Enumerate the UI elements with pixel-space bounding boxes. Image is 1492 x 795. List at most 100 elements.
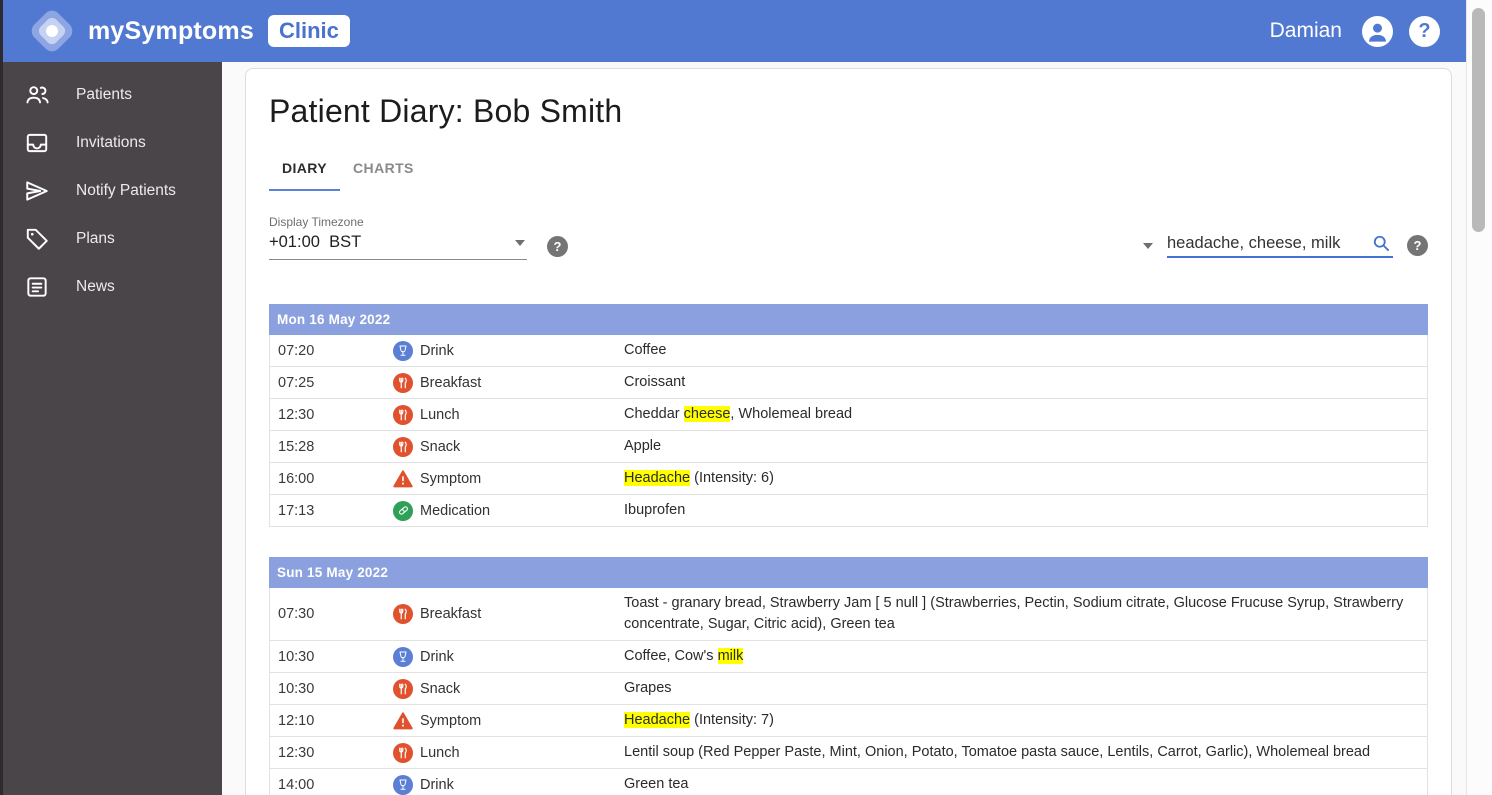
account-button[interactable] [1362, 15, 1393, 47]
diary-date: Sun 15 May 2022 [277, 565, 389, 580]
timezone-select[interactable]: +01:00 BST [269, 229, 527, 260]
description-text: Toast - granary bread, Strawberry Jam [ … [624, 595, 1404, 632]
diary-entry-row[interactable]: 07:25 Breakfast Croissant [270, 367, 1427, 399]
entry-time: 07:25 [278, 374, 315, 391]
diary-entry-row[interactable]: 14:00 Drink Green tea [270, 769, 1427, 795]
entry-description: Toast - granary bread, Strawberry Jam [ … [624, 593, 1427, 635]
diary-entry-row[interactable]: 12:30 Lunch Lentil soup (Red Pepper Past… [270, 737, 1427, 769]
diary-entry-row[interactable]: 07:30 Breakfast Toast - granary bread, S… [270, 588, 1427, 641]
drink-icon [393, 340, 413, 361]
entry-category-label: Symptom [420, 712, 482, 729]
diary-entry-row[interactable]: 16:00 Symptom Headache (Intensity: 6) [270, 463, 1427, 495]
search-highlight: cheese [683, 406, 731, 422]
entry-description: Croissant [624, 372, 1427, 393]
medication-icon [393, 500, 413, 521]
search-highlight: Headache [624, 712, 691, 728]
timezone-help-button[interactable]: ? [547, 236, 568, 257]
search-button[interactable] [1369, 233, 1393, 253]
brand-badge: Clinic [267, 15, 350, 47]
diary-entry-row[interactable]: 15:28 Snack Apple [270, 431, 1427, 463]
sidebar-item-patients[interactable]: Patients [0, 71, 222, 119]
search-options-dropdown-icon[interactable] [1143, 242, 1153, 249]
entry-time: 07:30 [278, 606, 315, 622]
sidebar-item-label: Patients [76, 86, 133, 103]
diary-entry-row[interactable]: 07:20 Drink Coffee [270, 335, 1427, 367]
timezone-block: Display Timezone +01:00 BST [269, 215, 527, 260]
question-mark-icon: ? [553, 239, 562, 254]
description-text: , Wholemeal bread [730, 406, 853, 422]
meal-icon [393, 372, 413, 393]
diary-entry-row[interactable]: 12:30 Lunch Cheddar cheese, Wholemeal br… [270, 399, 1427, 431]
tab-bar: DIARY CHARTS [269, 150, 1428, 191]
page-scrollbar[interactable] [1466, 0, 1492, 795]
tab-charts[interactable]: CHARTS [340, 150, 427, 191]
brand[interactable]: mySymptoms Clinic [27, 6, 350, 56]
sidebar-item-label: Plans [76, 230, 115, 247]
entry-category-label: Medication [420, 502, 491, 519]
entry-time: 10:30 [278, 648, 315, 665]
entry-description: Headache (Intensity: 7) [624, 710, 1427, 731]
search-input[interactable] [1167, 233, 1369, 253]
patient-diary-card: Patient Diary: Bob Smith DIARY CHARTS Di… [245, 68, 1452, 795]
diary-rows: 07:30 Breakfast Toast - granary bread, S… [269, 588, 1428, 795]
meal-icon [393, 436, 413, 457]
diary-entry-row[interactable]: 12:10 Symptom Headache (Intensity: 7) [270, 705, 1427, 737]
entry-category-label: Drink [420, 648, 454, 665]
entry-time: 07:20 [278, 342, 315, 359]
meal-icon [393, 678, 413, 699]
entry-category-label: Lunch [420, 406, 460, 423]
entry-description: Headache (Intensity: 6) [624, 468, 1427, 489]
description-text: (Intensity: 7) [690, 712, 774, 728]
header-right: Damian ? [1269, 15, 1440, 47]
inbox-icon [26, 133, 48, 153]
sidebar-item-news[interactable]: News [0, 263, 222, 311]
sidebar-item-plans[interactable]: Plans [0, 215, 222, 263]
sidebar-item-invitations[interactable]: Invitations [0, 119, 222, 167]
entry-category: Symptom [393, 711, 624, 731]
entry-category: Lunch [393, 404, 624, 425]
entry-time: 12:30 [278, 744, 315, 761]
diary-date-header: Sun 15 May 2022 [269, 557, 1428, 588]
entry-category: Lunch [393, 742, 624, 763]
entry-category-label: Symptom [420, 470, 482, 487]
drink-icon [393, 646, 413, 667]
entry-category-label: Breakfast [420, 606, 482, 622]
entry-time: 14:00 [278, 776, 315, 793]
description-text: Lentil soup (Red Pepper Paste, Mint, Oni… [624, 744, 1371, 760]
sidebar-item-label: Notify Patients [76, 182, 176, 199]
search-highlight: milk [717, 648, 744, 664]
search-help-button[interactable]: ? [1407, 235, 1428, 256]
drink-icon [393, 774, 413, 795]
description-text: Croissant [624, 374, 686, 390]
sidebar-item-label: News [76, 278, 115, 295]
warning-icon [393, 711, 413, 731]
diary-entry-row[interactable]: 10:30 Snack Grapes [270, 673, 1427, 705]
entry-time: 10:30 [278, 680, 315, 697]
entry-description: Ibuprofen [624, 500, 1427, 521]
search-highlight: Headache [624, 470, 691, 486]
entry-category: Drink [393, 340, 624, 361]
entry-category: Drink [393, 646, 624, 667]
news-icon [27, 277, 47, 297]
description-text: Coffee [624, 342, 667, 358]
app-logo-icon [27, 6, 77, 56]
meal-icon [393, 404, 413, 425]
user-name: Damian [1269, 19, 1342, 42]
entry-description: Cheddar cheese, Wholemeal bread [624, 404, 1427, 425]
description-text: Ibuprofen [624, 502, 686, 518]
diary-entry-row[interactable]: 17:13 Medication Ibuprofen [270, 495, 1427, 527]
entry-category: Snack [393, 436, 624, 457]
diary-entry-row[interactable]: 10:30 Drink Coffee, Cow's milk [270, 641, 1427, 673]
people-icon [26, 86, 49, 104]
diary-rows: 07:20 Drink Coffee 07:25 Breakfast Crois… [269, 335, 1428, 527]
help-button[interactable]: ? [1409, 15, 1440, 47]
main-area: Patient Diary: Bob Smith DIARY CHARTS Di… [222, 62, 1466, 795]
sidebar-item-notify-patients[interactable]: Notify Patients [0, 167, 222, 215]
entry-description: Coffee [624, 340, 1427, 361]
tag-icon [26, 228, 48, 250]
app-window: mySymptoms Clinic Damian ? Patients Invi… [0, 0, 1466, 795]
tab-diary[interactable]: DIARY [269, 150, 341, 191]
scrollbar-thumb[interactable] [1472, 8, 1485, 232]
entry-category-label: Breakfast [420, 374, 482, 391]
search-box [1167, 233, 1393, 258]
